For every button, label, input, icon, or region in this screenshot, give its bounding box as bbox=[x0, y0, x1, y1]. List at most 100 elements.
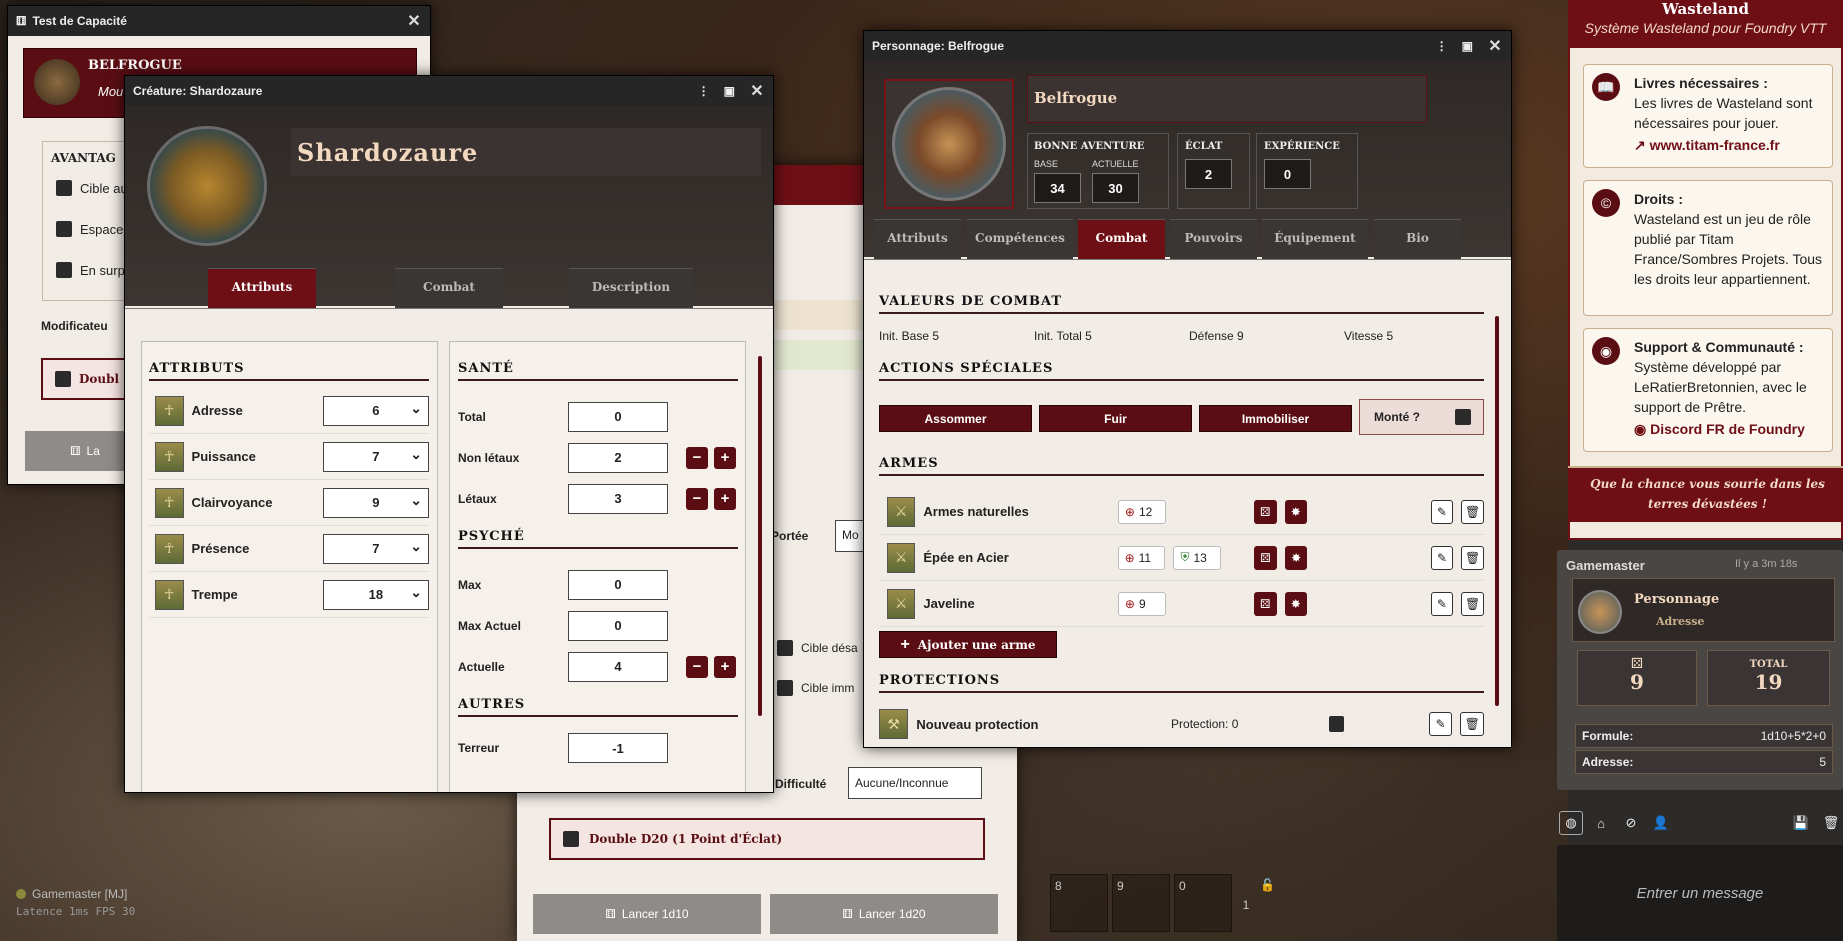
dice-roll-icon[interactable]: ⚄ bbox=[1253, 591, 1277, 616]
tab-pouvoirs[interactable]: Pouvoirs bbox=[1170, 219, 1257, 259]
user-icon[interactable]: 👤 bbox=[1649, 811, 1673, 835]
trash-icon[interactable]: 🗑 bbox=[1460, 712, 1484, 736]
trash-icon[interactable]: 🗑 bbox=[1461, 591, 1484, 616]
fuir-button[interactable]: Fuir bbox=[1039, 405, 1192, 432]
tab-combat[interactable]: Combat bbox=[1078, 219, 1165, 259]
checkbox[interactable] bbox=[777, 680, 793, 696]
card-text: Système développé par LeRatierBretonnien… bbox=[1634, 359, 1807, 415]
attribute-select[interactable]: 7 bbox=[322, 441, 429, 472]
checkbox[interactable] bbox=[56, 262, 72, 278]
base-input[interactable]: 34 bbox=[1034, 173, 1081, 203]
check-row-1[interactable]: Cible au bbox=[56, 180, 128, 196]
checkbox[interactable] bbox=[56, 180, 72, 196]
cible-row-2[interactable]: Cible imm bbox=[777, 680, 854, 696]
window-header[interactable]: Personnage: Belfrogue ⋮ ▣ ✕ bbox=[864, 31, 1511, 61]
psyche-input[interactable]: 0 bbox=[568, 610, 668, 641]
scrollbar[interactable] bbox=[1495, 316, 1499, 706]
portee-select[interactable]: Mo bbox=[835, 520, 865, 552]
close-icon[interactable]: ✕ bbox=[1487, 36, 1503, 56]
minus-button[interactable]: − bbox=[686, 487, 708, 510]
dice-roll-icon[interactable]: ⚄ bbox=[1253, 499, 1277, 524]
checkbox[interactable] bbox=[55, 371, 71, 387]
dice-roll-icon[interactable]: ⚄ bbox=[1254, 545, 1277, 570]
hotbar-slot[interactable]: 8 bbox=[1050, 874, 1108, 932]
sheet-icon[interactable]: ▣ bbox=[724, 84, 735, 98]
psyche-input[interactable]: 0 bbox=[568, 569, 668, 600]
launch-1d10-button[interactable]: ⚅ Lancer 1d10 bbox=[533, 894, 761, 934]
sante-input[interactable]: 2 bbox=[568, 442, 668, 473]
monte-toggle[interactable]: Monté ? bbox=[1359, 399, 1484, 435]
tab-combat[interactable]: Combat bbox=[395, 268, 503, 308]
save-icon[interactable]: 💾 bbox=[1789, 811, 1813, 835]
tab-attributs[interactable]: Attributs bbox=[208, 268, 316, 308]
edit-icon[interactable]: ✎ bbox=[1428, 712, 1453, 736]
building-icon[interactable]: ⌂ bbox=[1589, 811, 1613, 835]
tab-attributs[interactable]: Attributs bbox=[874, 219, 961, 259]
xp-label: EXPÉRIENCE bbox=[1264, 141, 1340, 152]
actor-name: BELFROGUE bbox=[88, 58, 182, 73]
adresse-label: Adresse: bbox=[1582, 755, 1634, 769]
attribute-select[interactable]: 6 bbox=[322, 395, 429, 426]
lock-icon[interactable]: 🔓 bbox=[1260, 874, 1276, 932]
hotbar-slot[interactable]: 0 bbox=[1174, 874, 1232, 932]
hotbar-slot[interactable]: 9 bbox=[1112, 874, 1170, 932]
damage-icon[interactable]: ✸ bbox=[1284, 499, 1308, 524]
edit-icon[interactable]: ✎ bbox=[1430, 591, 1454, 616]
checkbox[interactable] bbox=[777, 640, 793, 656]
chat-input[interactable]: Entrer un message bbox=[1557, 845, 1843, 941]
discord-link[interactable]: ◉ Discord FR de Foundry bbox=[1634, 419, 1824, 439]
sante-input[interactable]: 3 bbox=[568, 483, 668, 514]
trash-icon[interactable]: 🗑 bbox=[1461, 545, 1484, 570]
psyche-input[interactable]: 4 bbox=[568, 651, 668, 682]
damage-icon[interactable]: ✸ bbox=[1284, 591, 1308, 616]
window-header[interactable]: Créature: Shardozaure ⋮ ▣ ✕ bbox=[125, 76, 773, 106]
window-header[interactable]: ⚅ Test de Capacité ✕ bbox=[8, 6, 430, 36]
xp-input[interactable]: 0 bbox=[1264, 159, 1311, 189]
damage-icon[interactable]: ✸ bbox=[1284, 545, 1308, 570]
attribute-select[interactable]: 9 bbox=[322, 487, 429, 518]
eclat-input[interactable]: 2 bbox=[1185, 159, 1232, 189]
globe-icon[interactable]: ◍ bbox=[1559, 811, 1583, 835]
checkbox[interactable] bbox=[1455, 409, 1471, 425]
attribute-select[interactable]: 18 bbox=[322, 579, 429, 610]
plus-button[interactable]: + bbox=[714, 655, 736, 678]
sante-input[interactable]: 0 bbox=[568, 401, 668, 432]
close-icon[interactable]: ✕ bbox=[406, 11, 422, 31]
difficulte-select[interactable]: Aucune/Inconnue bbox=[848, 767, 982, 799]
titam-link[interactable]: ↗ www.titam-france.fr bbox=[1634, 135, 1824, 155]
immobiliser-button[interactable]: Immobiliser bbox=[1199, 405, 1352, 432]
edit-icon[interactable]: ✎ bbox=[1430, 545, 1454, 570]
terreur-input[interactable]: -1 bbox=[568, 733, 668, 763]
protection-checkbox[interactable] bbox=[1328, 716, 1345, 732]
check-row-3[interactable]: En surp bbox=[56, 262, 125, 278]
menu-icon[interactable]: ⋮ bbox=[698, 84, 710, 98]
tab-equipement[interactable]: Équipement bbox=[1262, 219, 1368, 259]
actuelle-input[interactable]: 30 bbox=[1092, 173, 1139, 203]
assommer-button[interactable]: Assommer bbox=[879, 405, 1032, 432]
plus-button[interactable]: + bbox=[714, 446, 736, 469]
book-icon: 📖 bbox=[1592, 73, 1620, 101]
checkbox[interactable] bbox=[56, 221, 72, 237]
trash-icon[interactable]: 🗑 bbox=[1819, 811, 1843, 835]
tab-competences[interactable]: Compétences bbox=[967, 219, 1073, 259]
minus-button[interactable]: − bbox=[686, 655, 708, 678]
eye-slash-icon[interactable]: ⊘ bbox=[1619, 811, 1643, 835]
attribute-select[interactable]: 7 bbox=[322, 533, 429, 564]
scrollbar[interactable] bbox=[758, 356, 762, 716]
hotbar-page[interactable]: 1 bbox=[1236, 874, 1256, 932]
tab-description[interactable]: Description bbox=[569, 268, 693, 308]
sheet-icon[interactable]: ▣ bbox=[1462, 39, 1473, 53]
check-row-2[interactable]: Espace bbox=[56, 221, 123, 237]
cible-row-1[interactable]: Cible désa bbox=[777, 640, 858, 656]
tab-bio[interactable]: Bio bbox=[1374, 219, 1461, 259]
trash-icon[interactable]: 🗑 bbox=[1461, 499, 1484, 524]
add-weapon-button[interactable]: + Ajouter une arme bbox=[879, 631, 1057, 658]
close-icon[interactable]: ✕ bbox=[749, 81, 765, 101]
menu-icon[interactable]: ⋮ bbox=[1436, 39, 1448, 53]
double-d20-option[interactable]: Double D20 (1 Point d'Éclat) bbox=[549, 818, 985, 860]
checkbox[interactable] bbox=[563, 831, 579, 847]
edit-icon[interactable]: ✎ bbox=[1430, 499, 1454, 524]
plus-button[interactable]: + bbox=[714, 487, 736, 510]
launch-1d20-button[interactable]: ⚅ Lancer 1d20 bbox=[770, 894, 998, 934]
minus-button[interactable]: − bbox=[686, 446, 708, 469]
